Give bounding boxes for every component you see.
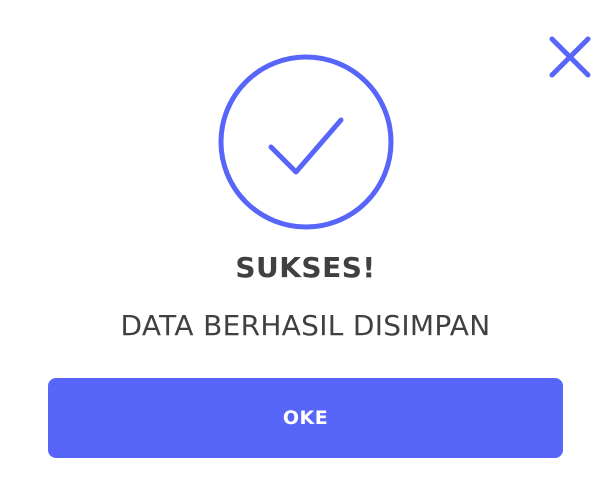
- success-dialog: SUKSES! DATA BERHASIL DISIMPAN OKE: [0, 0, 611, 500]
- dialog-message: DATA BERHASIL DISIMPAN: [120, 309, 491, 342]
- check-circle-icon: [218, 54, 394, 230]
- ok-button[interactable]: OKE: [48, 378, 563, 458]
- close-icon: [549, 36, 591, 78]
- dialog-title: SUKSES!: [235, 251, 376, 284]
- close-button[interactable]: [548, 35, 592, 79]
- success-icon-wrapper: [217, 53, 395, 231]
